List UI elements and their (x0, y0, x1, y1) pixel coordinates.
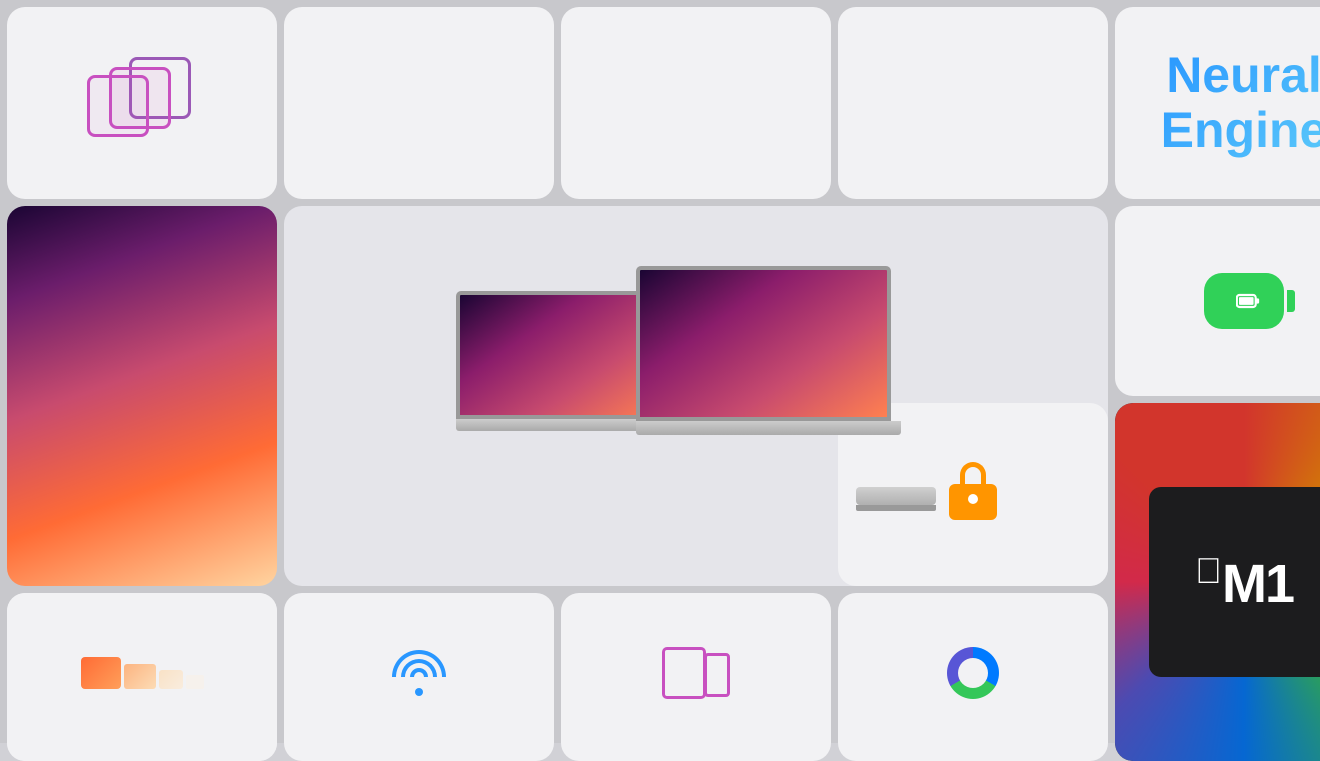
m1-brand: M1 (1195, 553, 1293, 615)
memory-card-2 (7, 7, 277, 199)
iphone-card-2 (561, 593, 831, 761)
macos-bg-2 (7, 206, 277, 586)
cam-icon-2 (81, 657, 204, 689)
iphone-icon-2 (704, 653, 730, 697)
mini-body-2 (856, 487, 936, 505)
wifi-card-2 (284, 593, 554, 761)
cam-r4 (186, 675, 204, 689)
m1-card-2: M1 (1115, 403, 1320, 761)
devices-icon-2 (662, 647, 730, 699)
pro-base-2 (636, 421, 901, 435)
macbook-visual-2 (446, 251, 946, 541)
cam-r1 (81, 657, 121, 689)
neural-text-2: NeuralEngine (1161, 48, 1320, 158)
apple-sym:  (1195, 550, 1220, 591)
cpu-card-2 (284, 7, 554, 199)
memory-icon-2 (87, 57, 197, 137)
battery-card-2 (1115, 206, 1320, 396)
cam-r3 (159, 670, 183, 689)
lock-body-2 (949, 484, 997, 520)
pro-2 (636, 266, 901, 435)
pro-screen-2 (636, 266, 891, 421)
univ-inner (958, 658, 988, 688)
lock-hole (968, 494, 978, 504)
wifi-dot-2 (415, 688, 423, 696)
lock-icon-2 (949, 462, 997, 520)
universal-icon-2 (947, 647, 999, 699)
cam-r2 (124, 664, 156, 689)
batt-nub (1287, 290, 1295, 312)
m1-chip-2: M1 (1149, 487, 1320, 677)
gpu-card-2 (561, 7, 831, 199)
wifi-icon-2 (392, 650, 447, 696)
universal-card-2 (838, 593, 1108, 761)
neural-card-2: NeuralEngine (1115, 7, 1320, 199)
macos-card-2 (7, 206, 277, 586)
air-screen-2 (456, 291, 666, 419)
mini-foot-2 (856, 505, 936, 511)
lock-shackle-2 (960, 462, 986, 484)
mini-2 (856, 487, 936, 511)
mem-sq-front (87, 75, 149, 137)
wifi-arc-s (410, 668, 428, 677)
batt-icon-2 (1236, 289, 1260, 313)
ml-card-2 (838, 7, 1108, 199)
camera-card-2 (7, 593, 277, 761)
ipad-icon-2 (662, 647, 706, 699)
batt-pill-2 (1204, 273, 1284, 329)
